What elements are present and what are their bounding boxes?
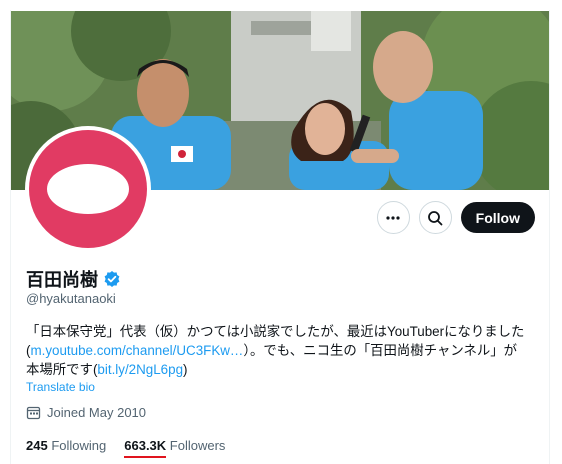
follow-stats: 245 Following 663.3K Followers <box>26 438 226 458</box>
display-name: 百田尚樹 <box>26 270 98 290</box>
search-button[interactable] <box>418 201 452 234</box>
bio-text-3: 本場所です( <box>26 362 98 377</box>
bio-link-bitly[interactable]: bit.ly/2NgL6pg <box>97 362 183 377</box>
name-row: 百田尚樹 <box>26 266 121 292</box>
top-edge <box>0 0 562 10</box>
bio-text-1: 「日本保守党」代表（仮）かつては小説家でしたが、最近はYouTuberになりまし… <box>26 324 525 339</box>
following-stat[interactable]: 245 Following <box>26 438 106 453</box>
profile-actions: Follow <box>376 201 535 234</box>
bio-text-2: ）。でも、ニコ生の「百田尚樹チャンネル」が <box>243 343 518 358</box>
bio-text-4: ) <box>183 362 188 377</box>
followers-count: 663.3K <box>124 438 167 453</box>
following-label: Following <box>51 438 107 453</box>
more-icon <box>386 215 400 220</box>
red-underline-annotation <box>124 456 167 458</box>
follow-button[interactable]: Follow <box>460 202 535 233</box>
user-handle: @hyakutanaoki <box>26 291 116 306</box>
avatar-ring[interactable] <box>25 126 151 252</box>
joined-text: Joined May 2010 <box>47 405 147 420</box>
calendar-icon <box>26 406 41 420</box>
verified-badge-icon[interactable] <box>103 270 121 288</box>
followers-label: Followers <box>169 438 226 453</box>
more-button[interactable] <box>376 201 410 234</box>
profile-page: Follow 百田尚樹 @hyakutanaoki 「日本保守党」代表（仮）かつ… <box>0 0 562 464</box>
joined-date: Joined May 2010 <box>26 405 146 420</box>
bio: 「日本保守党」代表（仮）かつては小説家でしたが、最近はYouTuberになりまし… <box>26 322 542 379</box>
bio-link-youtube[interactable]: m.youtube.com/channel/UC3FKw… <box>30 343 243 358</box>
avatar <box>29 130 147 248</box>
following-count: 245 <box>26 438 48 453</box>
avatar-white-shape <box>47 164 129 214</box>
search-icon <box>428 210 443 225</box>
translate-bio-link[interactable]: Translate bio <box>26 380 95 394</box>
column-right-border <box>549 10 550 464</box>
followers-stat[interactable]: 663.3K Followers <box>124 438 226 458</box>
